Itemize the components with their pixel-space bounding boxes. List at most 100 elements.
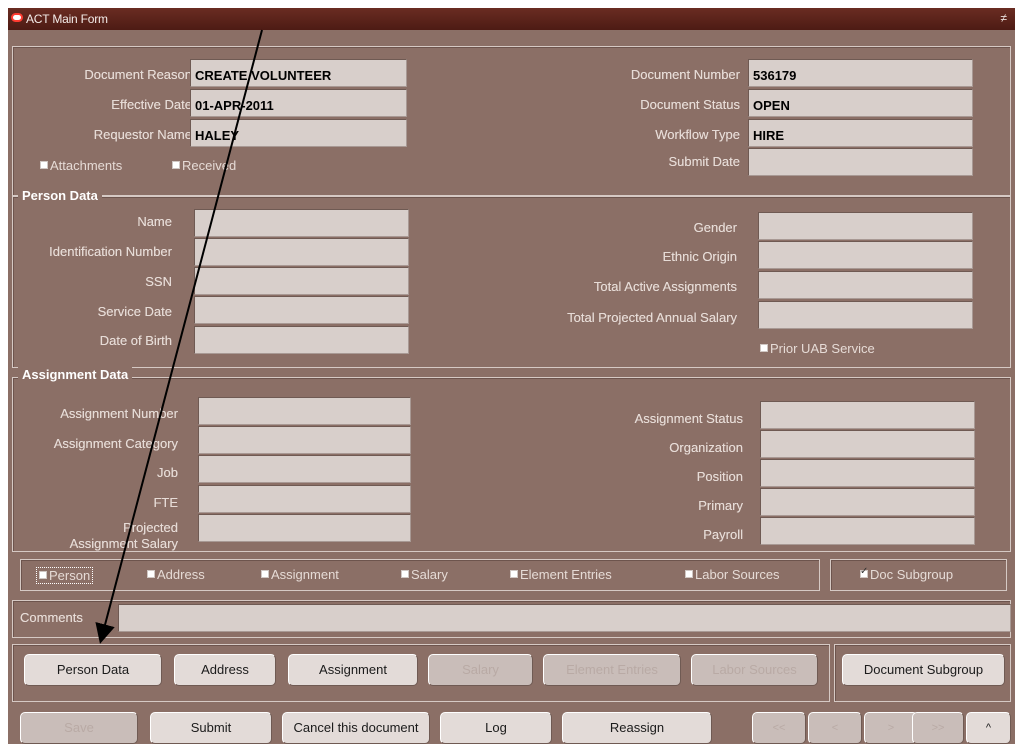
total-active-assignments-field[interactable] <box>758 271 973 299</box>
prior-uab-service-checkbox-box[interactable] <box>760 344 768 352</box>
document-reason-label: Document Reason <box>84 67 192 82</box>
assignment-number-label: Assignment Number <box>60 406 178 421</box>
previous-record-button[interactable]: < <box>808 712 862 744</box>
fte-field[interactable] <box>198 485 411 513</box>
effective-date-field[interactable] <box>190 89 407 117</box>
service-date-field[interactable] <box>194 296 409 324</box>
primary-field[interactable] <box>760 488 975 516</box>
workflow-type-field[interactable] <box>748 119 973 147</box>
total-projected-salary-field[interactable] <box>758 301 973 329</box>
title-bar: ACT Main Form ≠ <box>8 8 1015 30</box>
cancel-document-button[interactable]: Cancel this document <box>282 712 430 744</box>
comments-field[interactable] <box>118 604 1011 632</box>
document-subgroup-button[interactable]: Document Subgroup <box>842 654 1005 686</box>
assignment-status-label: Assignment Status <box>634 411 743 426</box>
submit-date-label: Submit Date <box>668 154 740 169</box>
salary-button[interactable]: Salary <box>428 654 533 686</box>
tab-labor-sources[interactable]: Labor Sources <box>685 567 780 582</box>
extra-nav-button[interactable]: ^ <box>966 712 1011 744</box>
received-checkbox[interactable]: Received <box>172 158 236 173</box>
tab-assignment-box[interactable] <box>261 570 269 578</box>
window-title: ACT Main Form <box>26 12 108 26</box>
projected-salary-label-line2: Assignment Salary <box>69 536 178 551</box>
total-active-assignments-label: Total Active Assignments <box>593 279 737 294</box>
tab-address-box[interactable] <box>147 570 155 578</box>
assignment-number-field[interactable] <box>198 397 411 425</box>
ethnic-origin-label: Ethnic Origin <box>662 249 737 264</box>
reassign-button[interactable]: Reassign <box>562 712 712 744</box>
date-of-birth-label: Date of Birth <box>99 333 172 348</box>
ssn-label: SSN <box>145 274 172 289</box>
assignment-category-field[interactable] <box>198 426 411 454</box>
requestor-name-field[interactable] <box>190 119 407 147</box>
assignment-data-title: Assignment Data <box>18 367 133 382</box>
restore-window-icon[interactable]: ≠ <box>1000 11 1007 25</box>
last-record-button[interactable]: >> <box>912 712 964 744</box>
submit-date-field[interactable] <box>748 148 973 176</box>
document-number-field[interactable] <box>748 59 973 87</box>
assignment-status-field[interactable] <box>760 401 975 429</box>
identification-number-field[interactable] <box>194 238 409 266</box>
oracle-logo-icon <box>11 13 23 22</box>
document-status-field[interactable] <box>748 89 973 117</box>
assignment-category-label: Assignment Category <box>53 436 178 451</box>
tab-element-entries[interactable]: Element Entries <box>510 567 612 582</box>
gender-field[interactable] <box>758 212 973 240</box>
date-of-birth-field[interactable] <box>194 326 409 354</box>
payroll-field[interactable] <box>760 517 975 545</box>
attachments-checkbox-box[interactable] <box>40 161 48 169</box>
next-record-button[interactable]: > <box>864 712 918 744</box>
projected-salary-label-line1: Projected <box>123 520 178 535</box>
prior-uab-service-label: Prior UAB Service <box>770 341 875 356</box>
tab-salary[interactable]: Salary <box>401 567 448 582</box>
tab-person-box[interactable] <box>39 571 47 579</box>
tab-salary-box[interactable] <box>401 570 409 578</box>
job-label: Job <box>157 465 178 480</box>
address-button[interactable]: Address <box>174 654 276 686</box>
tab-person[interactable]: Person <box>36 567 94 584</box>
prior-uab-service-checkbox[interactable]: Prior UAB Service <box>760 341 875 356</box>
received-checkbox-box[interactable] <box>172 161 180 169</box>
job-field[interactable] <box>198 455 411 483</box>
workflow-type-label: Workflow Type <box>655 127 740 142</box>
log-button[interactable]: Log <box>440 712 552 744</box>
organization-field[interactable] <box>760 430 975 458</box>
document-number-label: Document Number <box>630 67 740 82</box>
position-field[interactable] <box>760 459 975 487</box>
person-data-title: Person Data <box>18 188 102 203</box>
gender-label: Gender <box>693 220 737 235</box>
tab-doc-subgroup-box[interactable] <box>860 566 868 578</box>
tab-address[interactable]: Address <box>147 567 205 582</box>
received-label: Received <box>182 158 237 173</box>
total-projected-salary-label: Total Projected Annual Salary <box>567 310 737 325</box>
tab-labor-sources-box[interactable] <box>685 570 693 578</box>
tab-assignment[interactable]: Assignment <box>261 567 339 582</box>
payroll-label: Payroll <box>703 527 743 542</box>
save-button[interactable]: Save <box>20 712 138 744</box>
primary-label: Primary <box>698 498 743 513</box>
identification-number-label: Identification Number <box>49 244 172 259</box>
submit-button[interactable]: Submit <box>150 712 272 744</box>
service-date-label: Service Date <box>97 304 172 319</box>
ethnic-origin-field[interactable] <box>758 241 973 269</box>
fte-label: FTE <box>153 495 178 510</box>
organization-label: Organization <box>669 440 743 455</box>
ssn-field[interactable] <box>194 267 409 295</box>
attachments-checkbox[interactable]: Attachments <box>40 158 122 173</box>
tab-element-entries-box[interactable] <box>510 570 518 578</box>
document-reason-field[interactable] <box>190 59 407 87</box>
assignment-button[interactable]: Assignment <box>288 654 418 686</box>
first-record-button[interactable]: << <box>752 712 806 744</box>
projected-assignment-salary-field[interactable] <box>198 514 411 542</box>
labor-sources-button[interactable]: Labor Sources <box>691 654 818 686</box>
effective-date-label: Effective Date <box>111 97 192 112</box>
requestor-name-label: Requestor Name <box>93 127 192 142</box>
tab-doc-subgroup[interactable]: Doc Subgroup <box>860 566 953 582</box>
act-main-form-window: ACT Main Form ≠ Document Reason Effectiv… <box>8 8 1015 744</box>
person-name-field[interactable] <box>194 209 409 237</box>
attachments-label: Attachments <box>50 158 123 173</box>
position-label: Position <box>696 469 743 484</box>
person-data-button[interactable]: Person Data <box>24 654 162 686</box>
person-name-label: Name <box>137 214 172 229</box>
element-entries-button[interactable]: Element Entries <box>543 654 681 686</box>
